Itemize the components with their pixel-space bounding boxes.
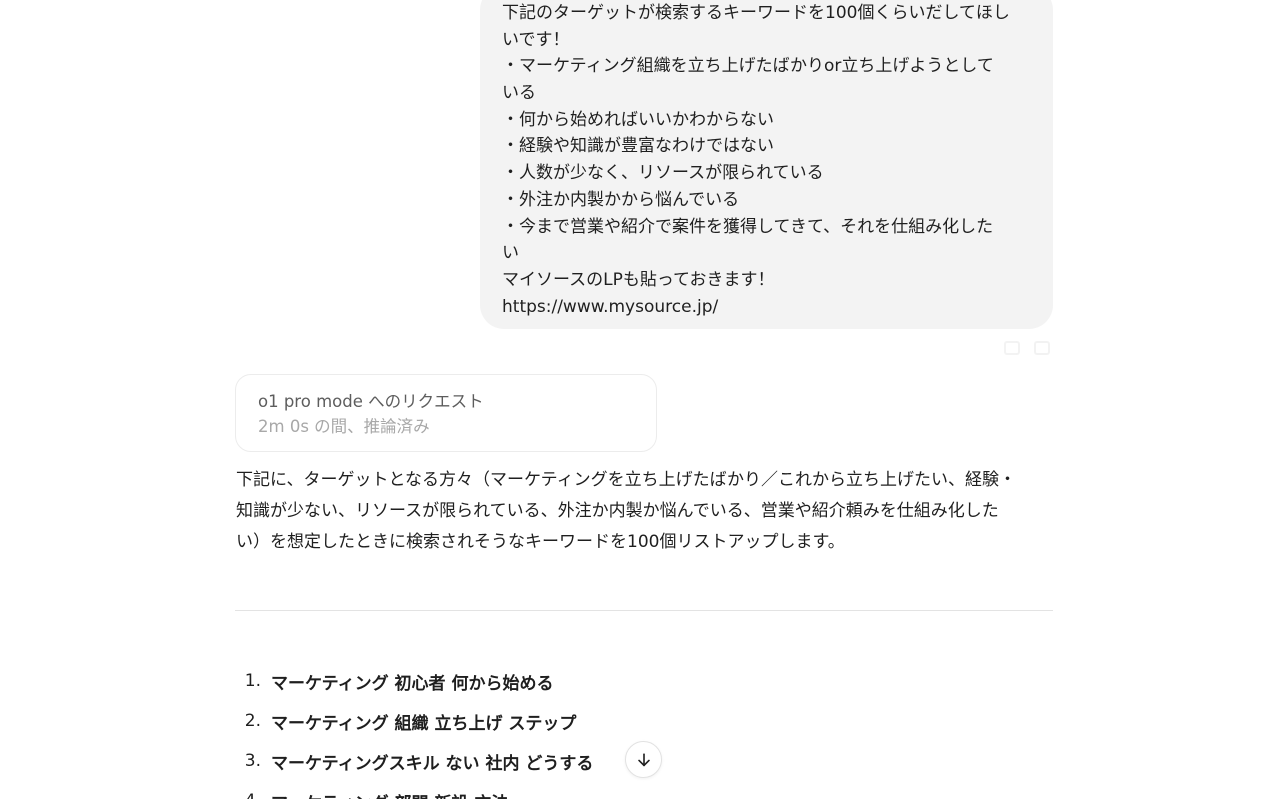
list-item-text: マーケティング 組織 立ち上げ ステップ xyxy=(271,713,577,734)
list-item: 2. マーケティング 組織 立ち上げ ステップ xyxy=(236,701,836,741)
user-message-line: いる xyxy=(502,83,536,104)
list-item: 4. マーケティング 部門 新設 方法 xyxy=(236,781,836,799)
keyword-list: 1. マーケティング 初心者 何から始める 2. マーケティング 組織 立ち上げ… xyxy=(236,661,836,799)
user-message-bubble: 下記のターゲットが検索するキーワードを100個くらいだしてほし いです！ ・マー… xyxy=(480,0,1053,329)
section-divider xyxy=(235,610,1053,611)
list-item: 1. マーケティング 初心者 何から始める xyxy=(236,661,836,701)
user-message-line: ・経験や知識が豊富なわけではない xyxy=(502,136,774,157)
user-message-link[interactable]: https://www.mysource.jp/ xyxy=(502,294,1031,321)
list-item-text: マーケティング 初心者 何から始める xyxy=(271,673,554,694)
reasoning-card[interactable]: o1 pro mode へのリクエスト 2m 0s の間、推論済み xyxy=(235,374,657,452)
copy-icon[interactable] xyxy=(1004,341,1020,355)
user-message-line: いです！ xyxy=(502,29,570,50)
edit-icon[interactable] xyxy=(1034,341,1050,355)
reasoning-duration: 2m 0s の間、推論済み xyxy=(258,417,430,436)
list-item-number: 4. xyxy=(236,791,271,799)
user-message-actions xyxy=(990,338,1050,358)
user-message-line: ・今まで営業や紹介で案件を獲得してきて、それを仕組み化した xyxy=(502,216,994,237)
user-message-line: ・人数が少なく、リソースが限られている xyxy=(502,163,824,184)
user-message-line: 下記のターゲットが検索するキーワードを100個くらいだしてほし xyxy=(502,3,1010,23)
list-item-text: マーケティング 部門 新設 方法 xyxy=(271,789,508,799)
list-item-number: 3. xyxy=(244,751,261,771)
list-item-text: マーケティングスキル ない 社内 どうする xyxy=(271,753,594,774)
list-item-number: 1. xyxy=(244,671,261,691)
user-message-line: ・外注か内製かから悩んでいる xyxy=(502,189,740,210)
user-message-line: ・マーケティング組織を立ち上げたばかりor立ち上げようとして xyxy=(502,56,994,77)
user-message-line: い xyxy=(502,243,519,264)
assistant-intro-line: 知識が少ない、リソースが限られている、外注か内製か悩んでいる、営業や紹介頼みを仕… xyxy=(236,501,999,521)
list-item: 3. マーケティングスキル ない 社内 どうする xyxy=(236,741,836,781)
assistant-intro-line: い）を想定したときに検索されそうなキーワードを100個リストアップします。 xyxy=(236,532,845,552)
assistant-intro-line: 下記に、ターゲットとなる方々（マーケティングを立ち上げたばかり／これから立ち上げ… xyxy=(236,470,1016,490)
user-message-line: マイソースのLPも貼っておきます！ xyxy=(502,269,775,290)
reasoning-title: o1 pro mode へのリクエスト xyxy=(258,392,484,411)
scroll-to-bottom-button[interactable] xyxy=(625,741,662,778)
assistant-intro: 下記に、ターゲットとなる方々（マーケティングを立ち上げたばかり／これから立ち上げ… xyxy=(236,465,1056,558)
list-item-number: 2. xyxy=(244,711,261,731)
chat-page: 下記のターゲットが検索するキーワードを100個くらいだしてほし いです！ ・マー… xyxy=(0,0,1280,799)
user-message-line: ・何から始めればいいかわからない xyxy=(502,109,774,130)
arrow-down-icon xyxy=(637,752,650,766)
